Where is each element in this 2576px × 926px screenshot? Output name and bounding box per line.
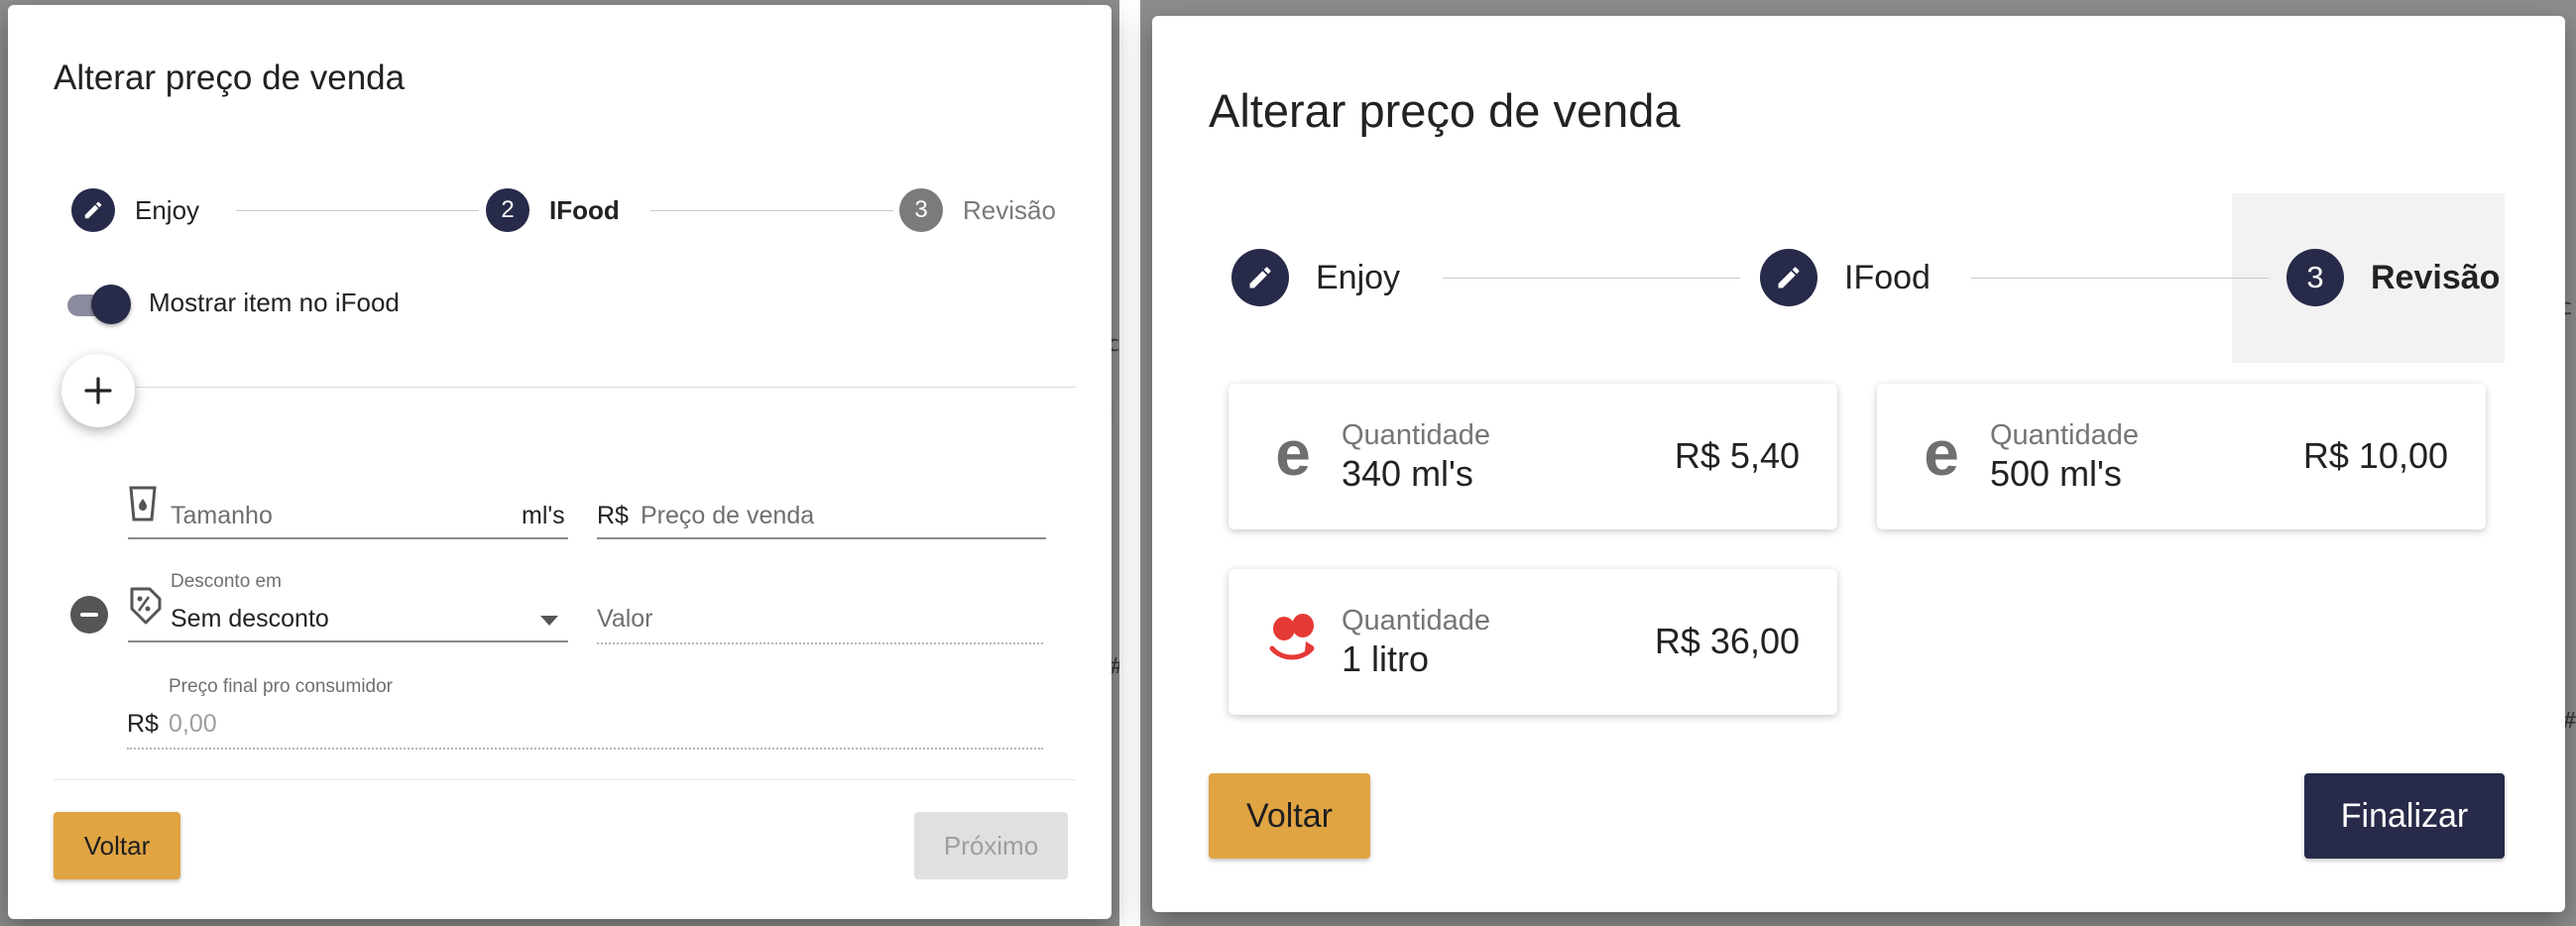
review-card: e Quantidade 340 ml's R$ 5,40 [1229,384,1837,529]
step-enjoy-label: Enjoy [135,194,200,225]
final-price-label: Preço final pro consumidor [169,676,393,697]
dialog-title: Alterar preço de venda [1209,84,1681,137]
step-ifood[interactable]: 2 IFood [486,188,620,232]
size-input-underline [128,537,568,539]
chevron-down-icon[interactable] [540,616,558,626]
final-price-underline [127,748,1043,750]
back-button[interactable]: Voltar [54,812,180,879]
footer-divider [54,779,1076,780]
discount-tag-icon [130,587,162,625]
toggle-thumb [91,285,131,324]
step-enjoy[interactable]: Enjoy [1231,249,1400,306]
step-revisao[interactable]: 3 Revisão [2286,249,2500,306]
size-unit-suffix: ml's [522,502,565,529]
show-on-ifood-label: Mostrar item no iFood [149,288,400,317]
pencil-icon [1778,267,1800,289]
add-size-button[interactable] [61,354,135,427]
step-enjoy-circle [1231,249,1289,306]
back-button[interactable]: Voltar [1209,773,1370,859]
quantity-value: 340 ml's [1342,453,1473,494]
sale-price-underline [597,537,1046,539]
discount-select-underline [128,640,568,642]
discount-select[interactable]: Sem desconto [171,605,329,634]
discount-label: Desconto em [171,571,282,592]
change-price-dialog-review-step: Alterar preço de venda Enjoy IFood 3 Rev… [1152,16,2565,912]
step-ifood-label: IFood [1844,258,1931,296]
step-revisao[interactable]: 3 Revisão [899,188,1056,232]
size-input[interactable]: Tamanho [171,502,273,530]
price-value: R$ 36,00 [1654,621,1800,661]
final-price-prefix: R$ [127,710,159,738]
step-revisao-circle: 3 [899,188,943,232]
price-value: R$ 10,00 [2302,435,2448,476]
step-revisao-circle: 3 [2286,249,2344,306]
ifood-logo-icon [1266,609,1320,668]
quantity-label: Quantidade [1342,605,1490,637]
quantity-label: Quantidade [1990,419,2139,451]
enjoy-logo-icon: e [1275,417,1311,489]
step-revisao-label: Revisão [963,194,1056,225]
step-ifood[interactable]: IFood [1760,249,1931,306]
stepper-connector [1971,278,2269,279]
final-price-value: 0,00 [169,710,217,738]
step-enjoy-circle [71,188,115,232]
quantity-value: 1 litro [1342,638,1430,679]
discount-value-underline [597,642,1043,644]
dialog-title: Alterar preço de venda [54,58,406,97]
cup-icon [129,486,157,521]
review-card: Quantidade 1 litro R$ 36,00 [1229,569,1837,715]
enjoy-logo-icon: e [1924,417,1959,489]
stepper-connector [1443,278,1740,279]
discount-value-input[interactable]: Valor [597,605,653,634]
pencil-icon [1249,267,1271,289]
quantity-value: 500 ml's [1990,453,2122,494]
sale-price-input[interactable]: Preço de venda [641,502,814,530]
stepper-connector [236,210,479,211]
show-on-ifood-toggle[interactable] [65,285,131,324]
step-ifood-circle: 2 [486,188,529,232]
stepper-connector [650,210,893,211]
divider [135,387,1076,388]
price-prefix: R$ [597,502,629,529]
remove-size-button[interactable] [70,596,108,634]
finish-button[interactable]: Finalizar [2304,773,2505,859]
step-ifood-label: IFood [549,194,620,225]
step-enjoy-label: Enjoy [1316,258,1401,296]
step-enjoy[interactable]: Enjoy [71,188,199,232]
pencil-icon [84,201,102,219]
plus-icon [84,377,112,405]
review-card: e Quantidade 500 ml's R$ 10,00 [1877,384,2486,529]
price-value: R$ 5,40 [1674,435,1800,476]
step-ifood-circle [1760,249,1817,306]
change-price-dialog-ifood-step: Alterar preço de venda Enjoy 2 IFood 3 R… [8,5,1112,919]
quantity-label: Quantidade [1342,419,1490,451]
step-revisao-label: Revisão [2371,258,2501,296]
next-button[interactable]: Próximo [914,812,1068,879]
minus-icon [80,613,98,617]
